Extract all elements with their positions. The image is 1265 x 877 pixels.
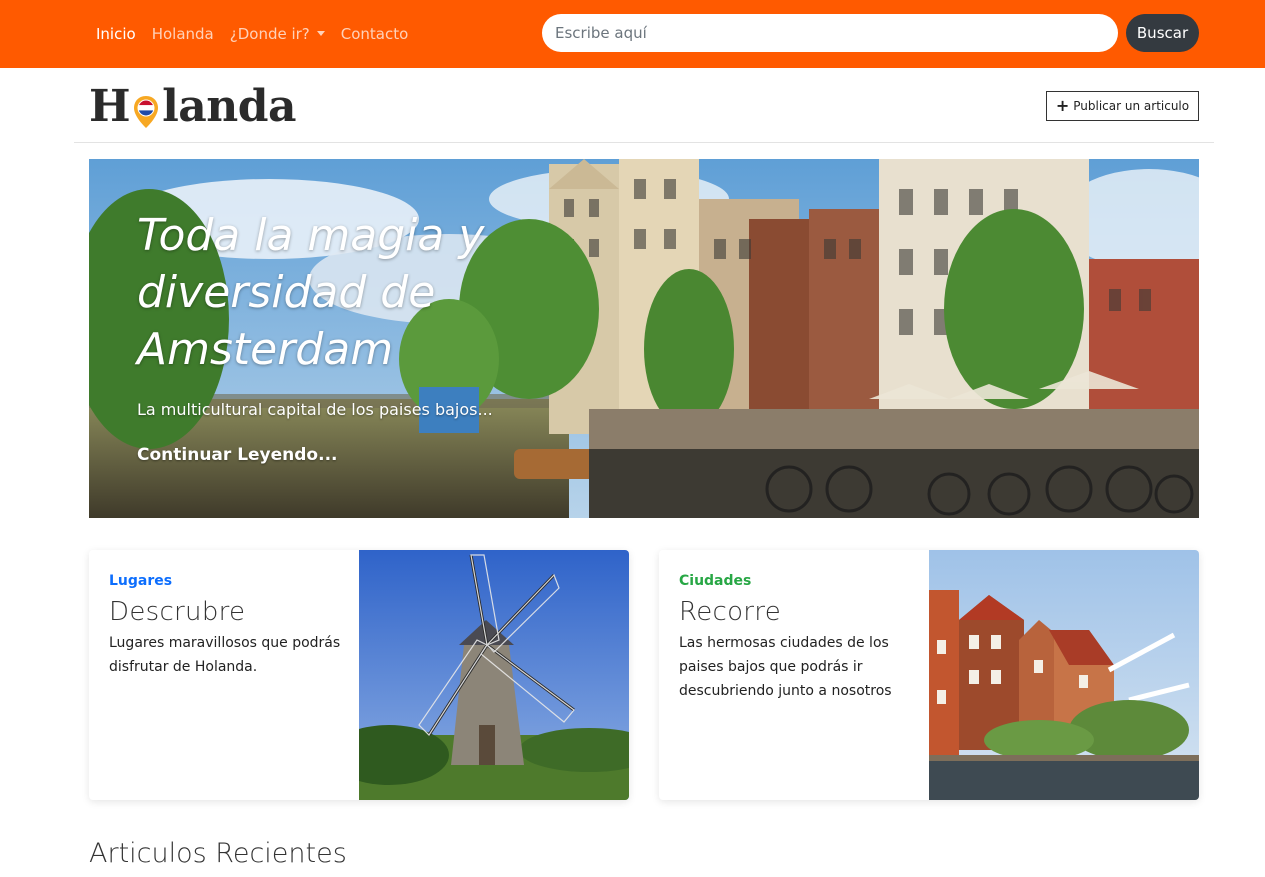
card-text: Las hermosas ciudades de los paises bajo… <box>679 635 892 699</box>
card-ciudades[interactable]: Ciudades Recorre Las hermosas ciudades d… <box>659 550 1199 800</box>
windmill-photo <box>359 550 629 800</box>
nav-dropdown-donde-ir[interactable]: ¿Donde ir? <box>230 25 325 43</box>
publish-article-label: Publicar un articulo <box>1073 99 1190 113</box>
card-lugares[interactable]: Lugares Descrubre Lugares maravillosos q… <box>89 550 629 800</box>
card-body: Ciudades Recorre Las hermosas ciudades d… <box>679 573 914 703</box>
recent-articles-heading: Articulos Recientes <box>89 838 347 869</box>
nav-link-inicio[interactable]: Inicio <box>96 25 136 43</box>
dutch-town-canal-photo <box>929 550 1199 800</box>
plus-icon: + <box>1055 96 1070 115</box>
nav-links: Inicio Holanda ¿Donde ir? Contacto <box>96 0 408 68</box>
logo-text-start: H <box>89 80 131 132</box>
card-text: Lugares maravillosos que podrás disfruta… <box>109 635 341 675</box>
card-category: Lugares <box>109 573 173 589</box>
logo-text-end: landa <box>162 80 297 132</box>
card-body: Lugares Descrubre Lugares maravillosos q… <box>109 573 344 679</box>
search-input[interactable] <box>542 14 1118 52</box>
header-divider <box>74 142 1214 143</box>
card-category: Ciudades <box>679 573 752 589</box>
hero-subtitle: La multicultural capital de los paises b… <box>137 400 493 419</box>
top-navbar: Inicio Holanda ¿Donde ir? Contacto Busca… <box>0 0 1265 68</box>
nav-dropdown-label: ¿Donde ir? <box>229 25 310 43</box>
hero-title: Toda la magia y diversidad de Amsterdam <box>137 210 485 375</box>
nav-link-holanda[interactable]: Holanda <box>152 25 214 43</box>
nav-link-contacto[interactable]: Contacto <box>341 25 409 43</box>
continue-reading-link[interactable]: Continuar Leyendo... <box>137 445 338 465</box>
caret-down-icon <box>316 31 325 36</box>
card-title[interactable]: Descrubre <box>109 597 344 627</box>
hero-banner: Toda la magia y diversidad de Amsterdam … <box>89 159 1199 518</box>
site-logo[interactable]: H landa <box>89 78 297 134</box>
publish-article-button[interactable]: + Publicar un articulo <box>1046 91 1199 121</box>
search-button[interactable]: Buscar <box>1126 14 1199 52</box>
netherlands-map-pin-icon <box>134 96 159 128</box>
card-title[interactable]: Recorre <box>679 597 914 627</box>
